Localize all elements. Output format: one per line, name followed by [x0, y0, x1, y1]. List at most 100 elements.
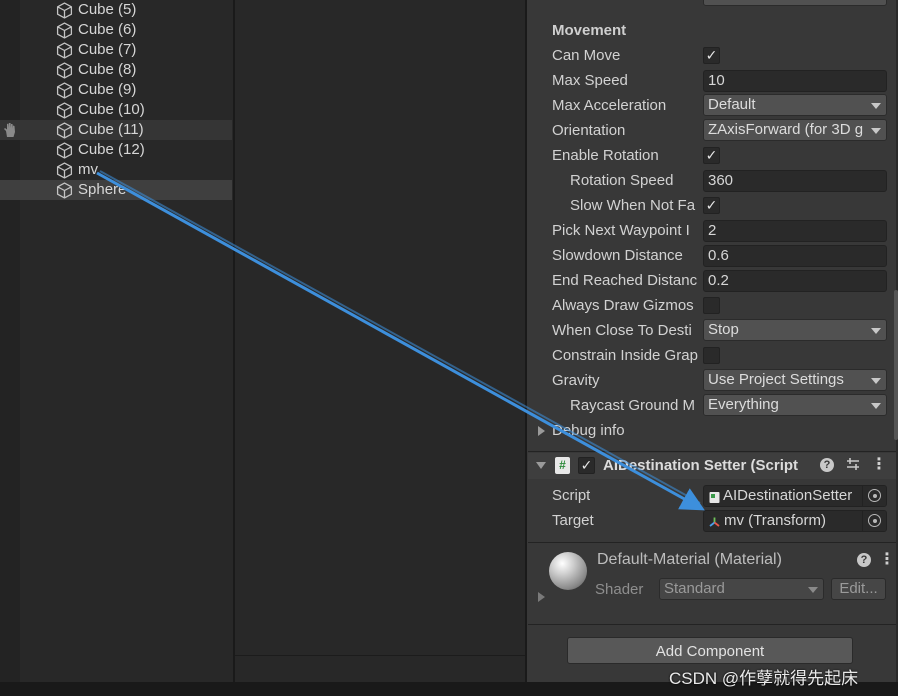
section-title-movement: Movement	[552, 22, 627, 39]
debug-info-foldout-label[interactable]: Debug info	[552, 421, 625, 441]
hierarchy-item-label: Cube (12)	[78, 141, 145, 158]
hierarchy-item-label: Cube (5)	[78, 1, 137, 18]
material-divider	[528, 542, 896, 543]
hierarchy-item-label: Cube (7)	[78, 41, 137, 58]
slowdown-distance-label: Slowdown Distance	[552, 247, 683, 264]
gravity-label: Gravity	[552, 372, 600, 389]
hierarchy-item-label: mv	[78, 161, 98, 178]
hierarchy-item[interactable]: Cube (5)	[0, 0, 232, 20]
target-label: Target	[552, 512, 594, 529]
when-close-to-destination-dropdown[interactable]: Stop	[703, 319, 887, 341]
script-file-icon: #	[555, 457, 570, 474]
max-acceleration-value: Default	[708, 96, 756, 113]
hierarchy-item-label: Cube (10)	[78, 101, 145, 118]
cube-icon	[56, 142, 73, 159]
transform-icon	[708, 515, 721, 528]
object-picker-icon[interactable]	[862, 511, 886, 531]
shader-dropdown[interactable]: Standard	[659, 578, 824, 600]
cube-icon	[56, 182, 73, 199]
slowdown-distance-field[interactable]: 0.6	[703, 245, 887, 267]
hierarchy-item[interactable]: Cube (12)	[0, 140, 232, 160]
raycast-ground-mask-dropdown[interactable]: Everything	[703, 394, 887, 416]
watermark-text: CSDN @作孽就得先起床	[669, 669, 859, 688]
target-field-value: mv (Transform)	[724, 512, 826, 529]
inspector-scrollbar-thumb[interactable]	[894, 290, 898, 440]
component-enabled-checkbox[interactable]: ✓	[578, 457, 595, 474]
hierarchy-item-label: Cube (6)	[78, 21, 137, 38]
max-acceleration-label: Max Acceleration	[552, 97, 667, 114]
can-move-checkbox[interactable]: ✓	[703, 47, 720, 64]
end-reached-distance-field[interactable]: 0.2	[703, 270, 887, 292]
hierarchy-item-label: Cube (8)	[78, 61, 137, 78]
hierarchy-item[interactable]: Cube (8)	[0, 60, 232, 80]
can-move-label: Can Move	[552, 47, 621, 64]
component-title: AIDestination Setter (Script	[603, 457, 799, 474]
target-field[interactable]: mv (Transform)	[703, 510, 887, 532]
component-foldout-icon[interactable]	[536, 462, 546, 469]
cube-icon	[56, 82, 73, 99]
max-speed-field[interactable]: 10	[703, 70, 887, 92]
pick-next-waypoint-field[interactable]: 2	[703, 220, 887, 242]
component-divider	[528, 451, 896, 452]
chevron-down-icon	[808, 587, 818, 593]
constrain-inside-graph-label: Constrain Inside Grap	[552, 347, 698, 364]
add-component-button[interactable]: Add Component	[567, 637, 853, 664]
material-name: Default-Material (Material)	[597, 551, 782, 568]
gravity-value: Use Project Settings	[708, 371, 844, 388]
hierarchy-item-label: Cube (9)	[78, 81, 137, 98]
rotation-speed-label: Rotation Speed	[570, 172, 674, 189]
chevron-down-icon	[871, 403, 881, 409]
max-speed-label: Max Speed	[552, 72, 628, 89]
cube-icon	[56, 42, 73, 59]
hierarchy-item-label: Sphere	[78, 181, 127, 198]
cube-icon	[56, 62, 73, 79]
script-field-value: AIDestinationSetter	[723, 487, 853, 504]
menu-icon[interactable]: ⋮	[879, 550, 895, 570]
enable-rotation-checkbox[interactable]: ✓	[703, 147, 720, 164]
help-icon[interactable]: ?	[857, 553, 871, 567]
panel-divider-horizontal	[235, 655, 525, 656]
menu-icon[interactable]: ⋮	[871, 455, 887, 475]
raycast-ground-mask-label: Raycast Ground M	[570, 397, 696, 414]
hierarchy-panel: Cube (5) Cube (6) Cube (7) Cube (8) Cube…	[0, 0, 233, 682]
constrain-inside-graph-checkbox[interactable]	[703, 347, 720, 364]
hierarchy-item[interactable]: Cube (7)	[0, 40, 232, 60]
orientation-dropdown[interactable]: ZAxisForward (for 3D g	[703, 119, 887, 141]
help-icon[interactable]: ?	[820, 458, 834, 472]
slow-when-not-facing-checkbox[interactable]: ✓	[703, 197, 720, 214]
chevron-down-icon	[871, 378, 881, 384]
object-picker-icon[interactable]	[862, 486, 886, 506]
when-close-to-destination-value: Stop	[708, 321, 739, 338]
debug-info-foldout-icon[interactable]	[538, 426, 545, 436]
enable-rotation-label: Enable Rotation	[552, 147, 659, 164]
preset-icon[interactable]	[845, 456, 861, 472]
cube-icon	[56, 162, 73, 179]
hierarchy-item[interactable]: Cube (6)	[0, 20, 232, 40]
add-component-divider	[528, 624, 896, 625]
chevron-down-icon	[871, 103, 881, 109]
material-foldout-icon[interactable]	[538, 592, 545, 602]
top-dropdown-partial[interactable]	[703, 0, 887, 6]
hand-cursor-icon	[2, 122, 18, 138]
script-field[interactable]: AIDestinationSetter	[703, 485, 887, 507]
hierarchy-item[interactable]: Cube (10)	[0, 100, 232, 120]
chevron-down-icon	[871, 128, 881, 134]
hierarchy-item[interactable]: Cube (9)	[0, 80, 232, 100]
rotation-speed-field[interactable]: 360	[703, 170, 887, 192]
hierarchy-item[interactable]: Sphere	[0, 180, 232, 200]
max-acceleration-dropdown[interactable]: Default	[703, 94, 887, 116]
shader-edit-button[interactable]: Edit...	[831, 578, 886, 600]
always-draw-gizmos-checkbox[interactable]	[703, 297, 720, 314]
hierarchy-item[interactable]: Cube (11)	[0, 120, 232, 140]
script-label: Script	[552, 487, 591, 504]
hierarchy-item-label: Cube (11)	[78, 121, 144, 138]
material-preview-sphere	[549, 552, 587, 590]
cube-icon	[56, 102, 73, 119]
gravity-dropdown[interactable]: Use Project Settings	[703, 369, 887, 391]
always-draw-gizmos-label: Always Draw Gizmos	[552, 297, 694, 314]
cube-icon	[56, 122, 73, 139]
slow-when-not-facing-label: Slow When Not Fa	[570, 197, 696, 214]
hierarchy-item[interactable]: mv	[0, 160, 232, 180]
orientation-value: ZAxisForward (for 3D g	[708, 121, 864, 138]
chevron-down-icon	[871, 328, 881, 334]
